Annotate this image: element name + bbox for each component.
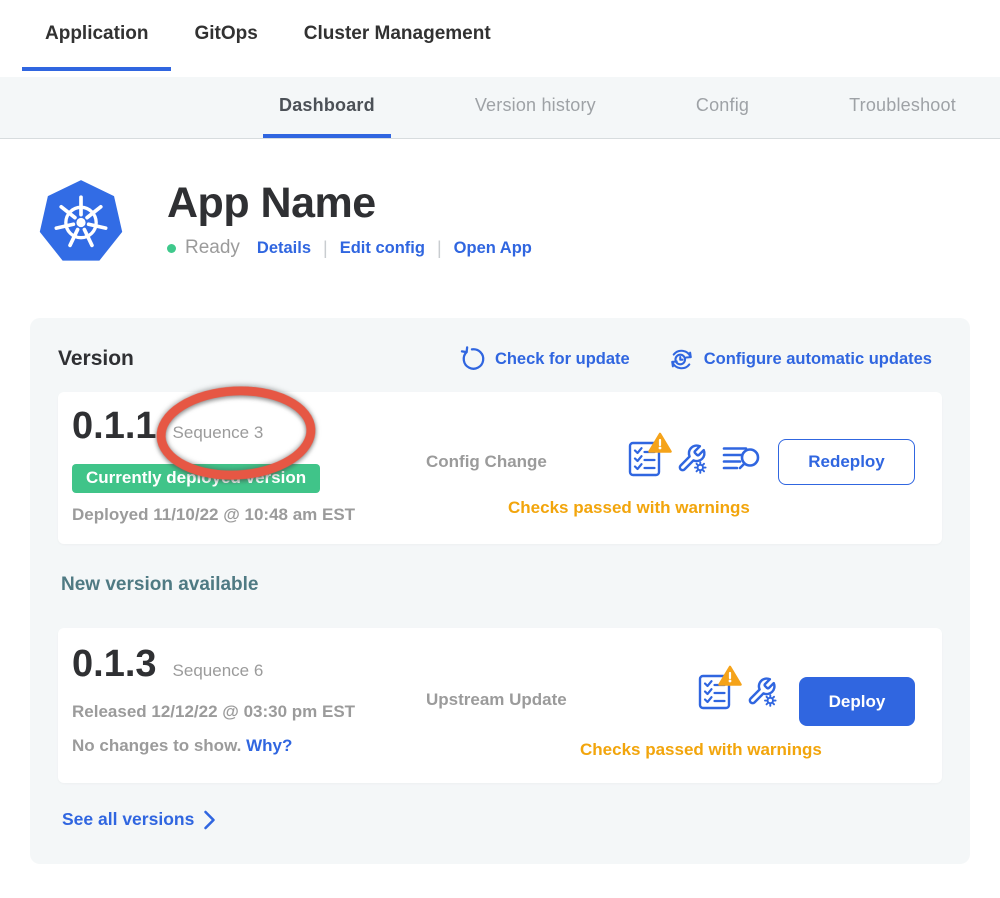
see-all-versions-link[interactable]: See all versions	[62, 809, 216, 830]
tab-label: Config	[696, 95, 749, 116]
nav-tab-label: Application	[45, 23, 148, 45]
nav-tab-gitops[interactable]: GitOps	[171, 0, 280, 71]
tab-label: Dashboard	[279, 95, 375, 116]
warning-icon	[648, 432, 672, 453]
primary-nav: Application GitOps Cluster Management	[0, 0, 1000, 77]
see-all-versions-label: See all versions	[62, 809, 194, 830]
version-section: Version Check for update Configure	[30, 318, 970, 864]
secondary-nav: Dashboard Version history Config Trouble…	[0, 77, 1000, 139]
nav-tab-application[interactable]: Application	[22, 0, 171, 71]
version-number: 0.1.1	[72, 404, 157, 448]
no-changes-text: No changes to show.	[72, 736, 241, 755]
wrench-gear-icon[interactable]	[676, 443, 707, 474]
deploy-button[interactable]: Deploy	[799, 677, 915, 726]
kubernetes-logo-icon	[35, 175, 127, 270]
tab-label: Version history	[475, 95, 596, 116]
checks-status-text: Checks passed with warnings	[580, 740, 822, 760]
configure-auto-updates-link[interactable]: Configure automatic updates	[668, 346, 932, 373]
wrench-gear-icon[interactable]	[746, 676, 777, 707]
checks-status-text: Checks passed with warnings	[508, 498, 750, 518]
tab-label: Troubleshoot	[849, 95, 956, 116]
current-version-card: 0.1.1 Sequence 3 Currently deployed vers…	[58, 392, 942, 544]
nav-tab-label: GitOps	[194, 23, 257, 45]
details-link[interactable]: Details	[257, 239, 311, 258]
deployed-timestamp: Deployed 11/10/22 @ 10:48 am EST	[72, 505, 942, 525]
separator: |	[323, 238, 328, 259]
tab-troubleshoot[interactable]: Troubleshoot	[833, 77, 972, 138]
separator: |	[437, 238, 442, 259]
check-for-update-link[interactable]: Check for update	[460, 346, 630, 373]
tab-config[interactable]: Config	[680, 77, 765, 138]
tab-dashboard[interactable]: Dashboard	[263, 77, 391, 138]
sequence-label: Sequence 3	[173, 423, 264, 443]
section-title: Version	[58, 347, 134, 371]
version-action-icons	[628, 440, 762, 477]
nav-tab-label: Cluster Management	[304, 23, 491, 45]
page-title: App Name	[167, 179, 532, 228]
app-header: App Name Ready Details | Edit config | O…	[35, 175, 1000, 270]
preflight-checks-icon[interactable]	[698, 673, 731, 710]
version-action-icons	[698, 673, 777, 710]
redeploy-button[interactable]: Redeploy	[778, 439, 915, 485]
nav-tab-cluster-management[interactable]: Cluster Management	[281, 0, 514, 71]
configure-auto-updates-label: Configure automatic updates	[704, 350, 932, 369]
version-number: 0.1.3	[72, 642, 157, 686]
warning-icon	[718, 665, 742, 686]
deployed-status-badge: Currently deployed version	[72, 464, 320, 493]
version-header-actions: Check for update Configure automatic upd…	[460, 346, 932, 373]
file-diff-icon[interactable]	[722, 443, 762, 474]
app-header-text: App Name Ready Details | Edit config | O…	[167, 175, 532, 270]
preflight-checks-icon[interactable]	[628, 440, 661, 477]
edit-config-link[interactable]: Edit config	[340, 239, 425, 258]
new-version-heading: New version available	[61, 574, 942, 596]
open-app-link[interactable]: Open App	[454, 239, 532, 258]
version-source-label: Upstream Update	[426, 690, 567, 710]
status-dot-icon	[167, 244, 176, 253]
chevron-right-icon	[203, 810, 216, 830]
version-section-header: Version Check for update Configure	[58, 346, 942, 372]
version-source-label: Config Change	[426, 452, 547, 472]
check-for-update-label: Check for update	[495, 350, 630, 369]
status-text: Ready	[185, 237, 240, 259]
why-link[interactable]: Why?	[246, 736, 292, 755]
refresh-icon	[460, 346, 486, 372]
new-version-card: 0.1.3 Sequence 6 Released 12/12/22 @ 03:…	[58, 628, 942, 783]
app-status-row: Ready Details | Edit config | Open App	[167, 237, 532, 259]
tab-version-history[interactable]: Version history	[459, 77, 612, 138]
sequence-label: Sequence 6	[173, 661, 264, 681]
auto-update-clock-icon	[668, 346, 695, 373]
